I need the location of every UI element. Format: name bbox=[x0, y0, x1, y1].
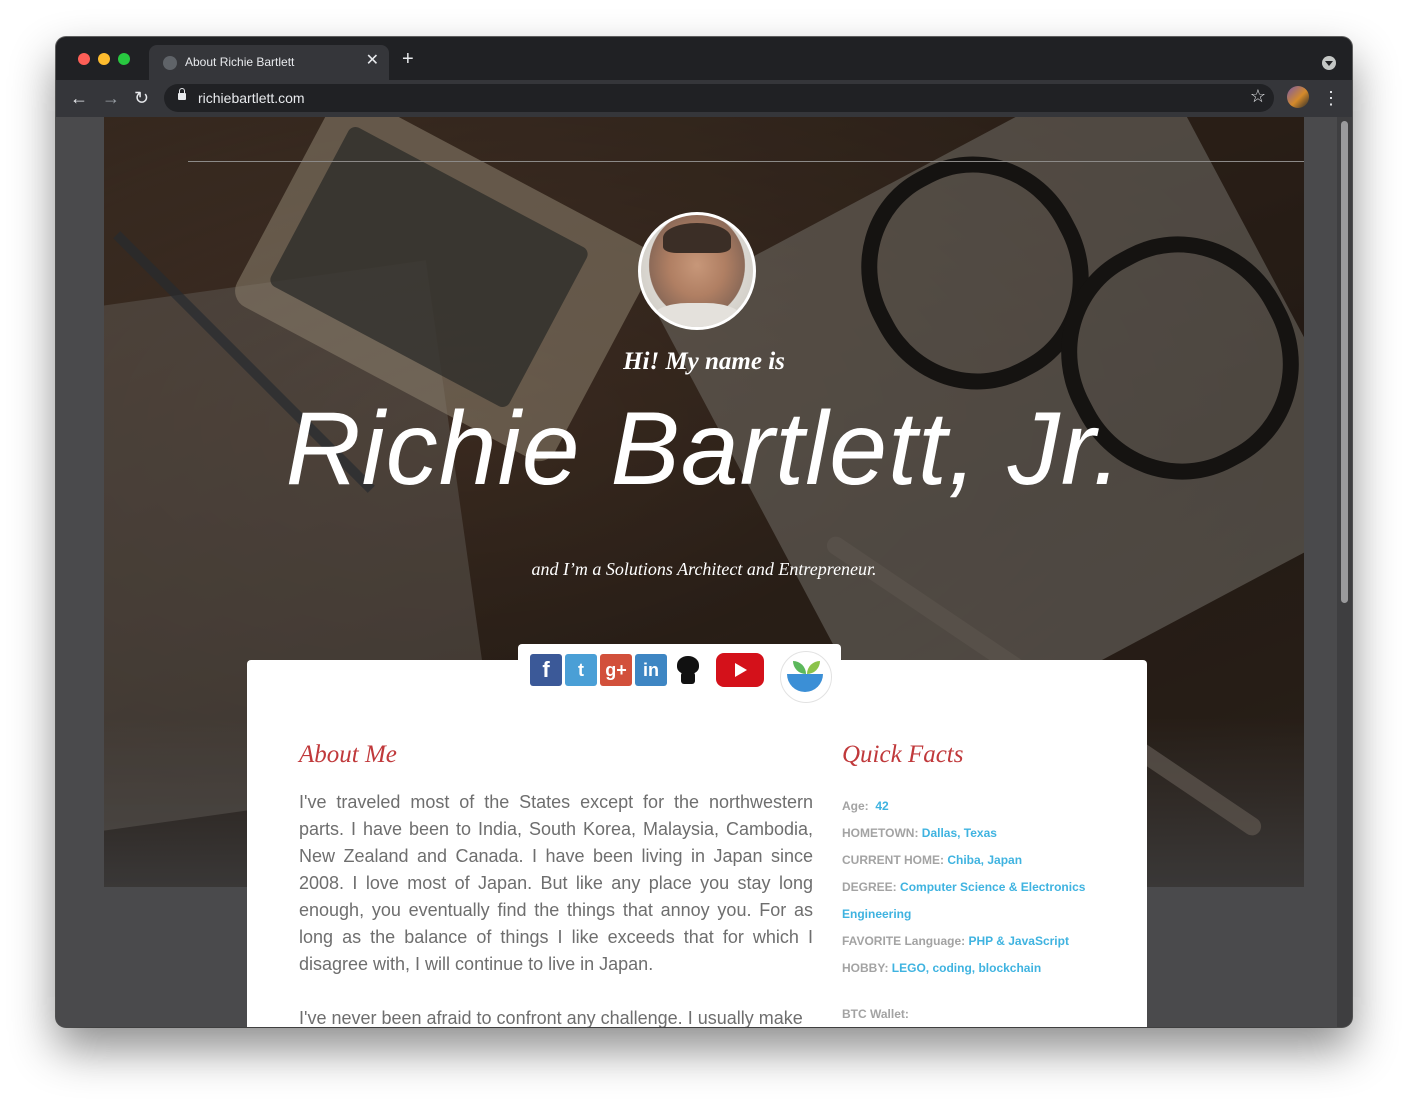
scrollbar-thumb[interactable] bbox=[1341, 121, 1348, 603]
fact-current-home: CURRENT HOME: Chiba, Japan bbox=[842, 847, 1110, 874]
minimize-window-icon[interactable] bbox=[98, 53, 110, 65]
menu-dots-icon[interactable]: ⋮ bbox=[1322, 86, 1340, 110]
quick-facts-heading: Quick Facts bbox=[842, 741, 964, 768]
btc-wallet-label: BTC Wallet: bbox=[842, 1007, 909, 1021]
top-divider bbox=[188, 161, 1304, 162]
about-paragraph-2: I've never been afraid to confront any c… bbox=[299, 1008, 803, 1027]
about-paragraph-1: I've traveled most of the States except … bbox=[299, 792, 813, 974]
fact-label: HOMETOWN: bbox=[842, 826, 919, 840]
fact-value-link[interactable]: Chiba, Japan bbox=[947, 853, 1022, 867]
twitter-icon[interactable]: t bbox=[565, 654, 597, 686]
fact-degree: DEGREE: Computer Science & Electronics E… bbox=[842, 874, 1110, 928]
charity-leaf-icon[interactable] bbox=[780, 651, 832, 703]
globe-icon bbox=[163, 56, 177, 70]
github-icon[interactable] bbox=[673, 654, 703, 686]
browser-window: About Richie Bartlett ✕ + ← → ↻ richieba… bbox=[56, 37, 1352, 1027]
zoom-window-icon[interactable] bbox=[118, 53, 130, 65]
youtube-play-icon bbox=[735, 663, 747, 677]
fact-age: Age: 42 bbox=[842, 793, 1110, 820]
new-tab-button[interactable]: + bbox=[402, 49, 414, 69]
lock-icon[interactable] bbox=[178, 88, 186, 100]
linkedin-icon[interactable]: in bbox=[635, 654, 667, 686]
fact-favorite-language: FAVORITE Language: PHP & JavaScript bbox=[842, 928, 1110, 955]
address-bar[interactable]: richiebartlett.com ☆ bbox=[164, 84, 1274, 112]
fact-label: FAVORITE Language: bbox=[842, 934, 966, 948]
fact-value-link[interactable]: Dallas, Texas bbox=[922, 826, 997, 840]
tab-title: About Richie Bartlett bbox=[185, 55, 295, 69]
quick-facts-list: Age: 42 HOMETOWN: Dallas, Texas CURRENT … bbox=[842, 793, 1110, 982]
close-tab-icon[interactable]: ✕ bbox=[366, 52, 379, 70]
leaf-shape-right bbox=[807, 661, 820, 674]
reload-icon[interactable]: ↻ bbox=[134, 86, 149, 110]
fact-label: CURRENT HOME: bbox=[842, 853, 944, 867]
hero-name: Richie Bartlett, Jr. bbox=[285, 391, 1123, 507]
fact-label: DEGREE: bbox=[842, 880, 897, 894]
about-me-heading: About Me bbox=[299, 741, 397, 768]
fact-hometown: HOMETOWN: Dallas, Texas bbox=[842, 820, 1110, 847]
fact-value-link[interactable]: 42 bbox=[875, 799, 888, 813]
profile-photo bbox=[638, 212, 756, 330]
page-viewport: Hi! My name is Richie Bartlett, Jr. and … bbox=[56, 117, 1352, 1027]
forward-arrow-icon[interactable]: → bbox=[102, 86, 120, 110]
youtube-icon[interactable] bbox=[716, 653, 764, 687]
bookmark-star-icon[interactable]: ☆ bbox=[1250, 86, 1266, 107]
browser-toolbar: ← → ↻ richiebartlett.com ☆ ⋮ bbox=[56, 80, 1352, 117]
facebook-icon[interactable]: f bbox=[530, 654, 562, 686]
tab-search-icon[interactable] bbox=[1322, 56, 1336, 70]
leaf-hand-shape bbox=[787, 674, 823, 692]
fact-label: Age: bbox=[842, 799, 869, 813]
back-arrow-icon[interactable]: ← bbox=[70, 86, 88, 110]
browser-tab[interactable]: About Richie Bartlett ✕ bbox=[149, 45, 389, 80]
fact-hobby: HOBBY: LEGO, coding, blockchain bbox=[842, 955, 1110, 982]
github-icon-body bbox=[681, 672, 695, 684]
profile-photo-hair bbox=[663, 223, 731, 253]
fact-value-link[interactable]: LEGO, coding, blockchain bbox=[892, 961, 1041, 975]
hero-tagline: and I’m a Solutions Architect and Entrep… bbox=[531, 559, 877, 579]
profile-photo-shirt bbox=[651, 303, 743, 327]
close-window-icon[interactable] bbox=[78, 53, 90, 65]
hero-greeting: Hi! My name is bbox=[623, 348, 785, 375]
fact-label: HOBBY: bbox=[842, 961, 889, 975]
googleplus-icon[interactable]: g+ bbox=[600, 654, 632, 686]
leaf-shape-left bbox=[793, 661, 806, 674]
profile-avatar-icon[interactable] bbox=[1287, 86, 1309, 108]
tab-strip: About Richie Bartlett ✕ + bbox=[56, 37, 1352, 80]
fact-value-link[interactable]: PHP & JavaScript bbox=[968, 934, 1069, 948]
url-text[interactable]: richiebartlett.com bbox=[198, 90, 305, 106]
